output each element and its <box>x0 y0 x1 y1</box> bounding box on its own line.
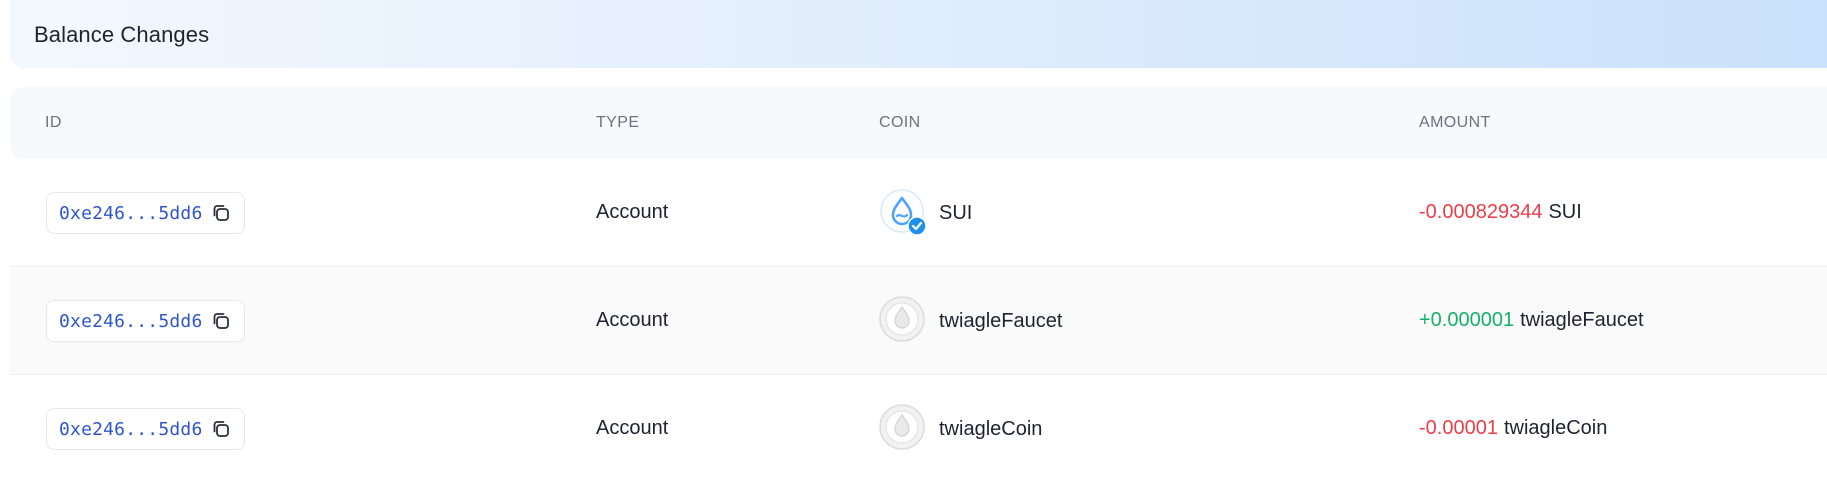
balance-changes-table: ID TYPE COIN AMOUNT 0xe246...5dd6 Accoun… <box>10 87 1827 483</box>
generic-coin-icon <box>879 296 929 346</box>
column-header-id: ID <box>45 114 62 131</box>
object-id-chip: 0xe246...5dd6 <box>46 300 246 342</box>
column-header-coin: COIN <box>879 114 921 131</box>
coin-cell: twiagleFaucet <box>879 296 1062 346</box>
amount-cell: +0.000001 twiagleFaucet <box>1419 309 1644 332</box>
object-id-chip: 0xe246...5dd6 <box>46 192 246 234</box>
amount-symbol: SUI <box>1548 201 1582 223</box>
object-id-link[interactable]: 0xe246...5dd6 <box>59 203 202 224</box>
copy-icon[interactable] <box>210 418 232 440</box>
table-row: 0xe246...5dd6 Account twiagleCoin -0.000… <box>10 375 1827 483</box>
column-header-amount: AMOUNT <box>1419 114 1491 131</box>
column-header-type: TYPE <box>596 114 640 131</box>
sui-verified-icon <box>879 188 929 238</box>
amount-cell: -0.00001 twiagleCoin <box>1419 417 1607 440</box>
amount-value: -0.000829344 <box>1419 201 1543 223</box>
amount-symbol: twiagleCoin <box>1503 417 1608 439</box>
table-row: 0xe246...5dd6 Account SUI -0.000829344 S… <box>10 159 1827 267</box>
coin-name: twiagleCoin <box>939 417 1043 440</box>
object-id-link[interactable]: 0xe246...5dd6 <box>59 311 202 332</box>
amount-symbol: twiagleFaucet <box>1520 309 1644 331</box>
amount-cell: -0.000829344 SUI <box>1419 201 1582 224</box>
balance-changes-header: Balance Changes <box>10 0 1827 68</box>
coin-name: twiagleFaucet <box>939 309 1063 332</box>
copy-icon[interactable] <box>210 310 232 332</box>
panel-title: Balance Changes <box>34 22 210 47</box>
table-header: ID TYPE COIN AMOUNT <box>10 87 1827 159</box>
object-id-chip: 0xe246...5dd6 <box>46 408 246 450</box>
coin-cell: SUI <box>879 188 972 238</box>
coin-cell: twiagleCoin <box>879 404 1042 454</box>
generic-coin-icon <box>879 404 929 454</box>
amount-value: +0.000001 <box>1419 309 1515 331</box>
type-label: Account <box>596 201 669 223</box>
object-id-link[interactable]: 0xe246...5dd6 <box>59 419 202 440</box>
table-row: 0xe246...5dd6 Account twiagleFaucet +0.0… <box>10 267 1827 375</box>
amount-value: -0.00001 <box>1419 417 1498 439</box>
type-label: Account <box>596 417 669 439</box>
coin-name: SUI <box>939 201 973 224</box>
type-label: Account <box>596 309 669 331</box>
copy-icon[interactable] <box>210 202 232 224</box>
